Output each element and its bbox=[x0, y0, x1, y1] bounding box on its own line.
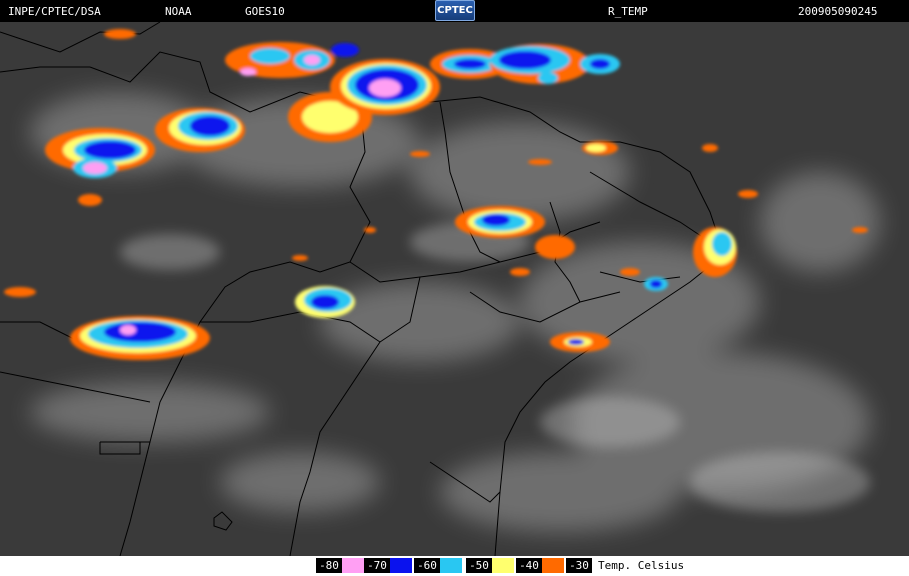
satellite-label: GOES10 bbox=[245, 5, 285, 18]
legend-value: -80 bbox=[316, 558, 342, 573]
legend-swatch bbox=[542, 558, 564, 573]
storm-cell bbox=[330, 59, 440, 115]
legend-swatch bbox=[440, 558, 462, 573]
storm-cell bbox=[490, 44, 620, 84]
storm-cell bbox=[295, 286, 355, 318]
satellite-image bbox=[0, 22, 909, 556]
agency-label: NOAA bbox=[165, 5, 192, 18]
storm-cell bbox=[550, 332, 610, 352]
storm-cell bbox=[155, 108, 245, 152]
legend-swatch bbox=[390, 558, 412, 573]
timestamp-label: 200905090245 bbox=[798, 5, 878, 18]
legend-value: -30 bbox=[566, 558, 592, 573]
legend-item: -60 bbox=[414, 558, 462, 573]
legend-value: -40 bbox=[516, 558, 542, 573]
legend-value: -70 bbox=[364, 558, 390, 573]
legend-value: -60 bbox=[414, 558, 440, 573]
legend-swatch bbox=[492, 558, 514, 573]
cptec-logo: CPTEC bbox=[435, 0, 475, 21]
legend-item: -30 bbox=[566, 558, 592, 573]
storm-cell bbox=[70, 316, 210, 360]
institution-label: INPE/CPTEC/DSA bbox=[8, 5, 101, 18]
temperature-legend: -80 -70 -60 -50 -40 -30 Temp. Celsius bbox=[0, 556, 909, 576]
legend-item: -50 bbox=[466, 558, 514, 573]
legend-unit-label: Temp. Celsius bbox=[598, 559, 685, 572]
header-bar: INPE/CPTEC/DSA NOAA GOES10 CPTEC R_TEMP … bbox=[0, 0, 909, 22]
legend-item: -80 bbox=[316, 558, 364, 573]
legend-value: -50 bbox=[466, 558, 492, 573]
product-label: R_TEMP bbox=[608, 5, 648, 18]
legend-swatch bbox=[342, 558, 364, 573]
legend-item: -70 bbox=[364, 558, 412, 573]
satellite-map-svg bbox=[0, 22, 880, 556]
legend-item: -40 bbox=[516, 558, 564, 573]
